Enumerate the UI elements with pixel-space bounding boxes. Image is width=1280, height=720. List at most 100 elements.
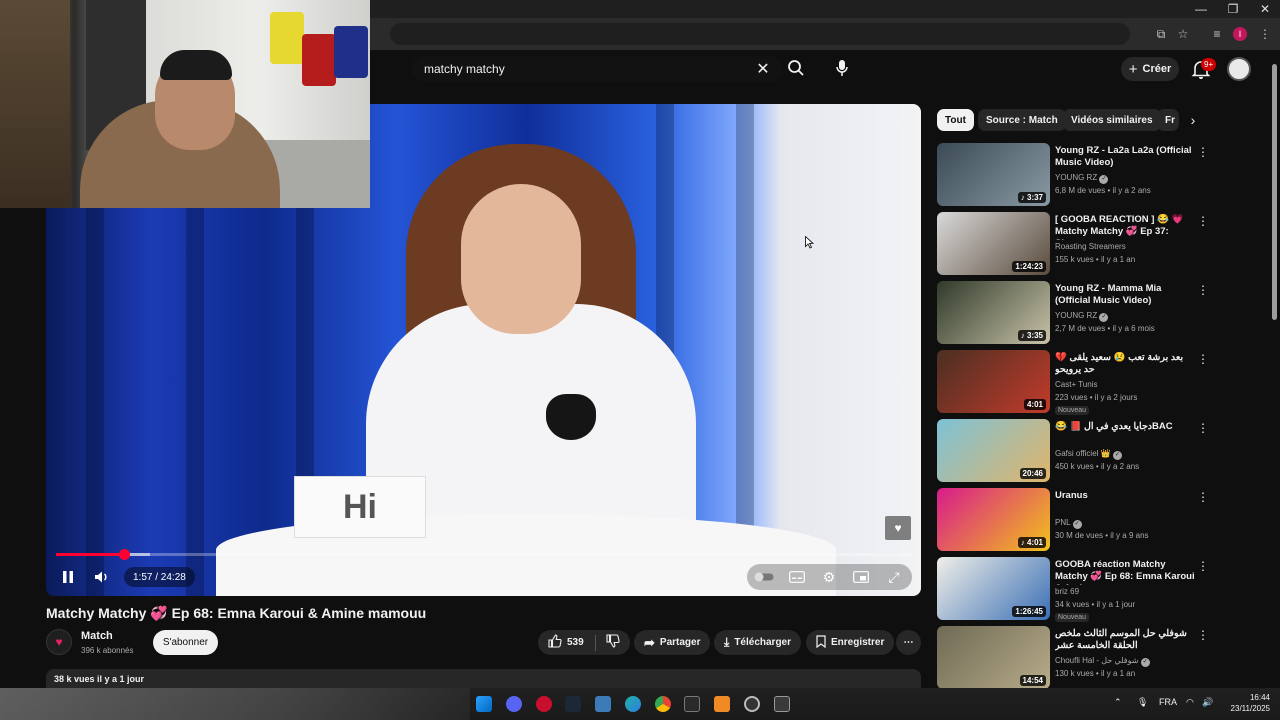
recommendation-channel[interactable]: Roasting Streamers bbox=[1055, 242, 1126, 251]
chrome-browser-icon[interactable] bbox=[655, 696, 671, 712]
video-thumbnail[interactable]: ♪ 4:01 bbox=[937, 488, 1050, 551]
subscribe-button[interactable]: S'abonner bbox=[153, 630, 218, 655]
thumbs-down-icon[interactable] bbox=[606, 634, 620, 651]
recommendation-channel[interactable]: Choufli Hal - شوفلي حل ✓ bbox=[1055, 656, 1150, 667]
bookmark-star-icon[interactable]: ☆ bbox=[1175, 26, 1191, 42]
minimize-icon[interactable]: — bbox=[1186, 0, 1216, 18]
more-options-icon[interactable]: ⋮ bbox=[1196, 352, 1210, 366]
search-icon[interactable] bbox=[786, 58, 806, 78]
video-thumbnail[interactable]: 4:01 bbox=[937, 350, 1050, 413]
browser-menu-icon[interactable]: ⋮ bbox=[1257, 26, 1273, 42]
voice-search-icon[interactable] bbox=[830, 56, 854, 80]
recommendation-title[interactable]: 💔 بعد برشة تعب 😢 سعيد يلقى حد يرويحو bbox=[1055, 352, 1195, 376]
media-controls-icon[interactable]: ≡ bbox=[1209, 26, 1225, 42]
volume-icon[interactable] bbox=[91, 566, 113, 588]
recommendation-title[interactable]: Young RZ - La2a La2a (Official Music Vid… bbox=[1055, 145, 1195, 169]
more-options-icon[interactable]: ⋮ bbox=[1196, 283, 1210, 297]
obs-icon[interactable] bbox=[744, 696, 760, 712]
channel-avatar[interactable]: ♥ bbox=[46, 629, 72, 655]
save-button[interactable]: Enregistrer bbox=[806, 630, 895, 655]
address-bar[interactable] bbox=[390, 23, 1130, 45]
restore-icon[interactable]: ❐ bbox=[1218, 0, 1248, 18]
recommendation-item[interactable]: 4:01 💔 بعد برشة تعب 😢 سعيد يلقى حد يرويحو… bbox=[937, 350, 1267, 416]
more-options-icon[interactable]: ⋮ bbox=[1196, 559, 1210, 573]
recommendation-title[interactable]: [ GOOBA REACTION ] 😂 💗 Matchy Matchy 💞 E… bbox=[1055, 214, 1195, 240]
video-thumbnail[interactable]: 14:54 bbox=[937, 626, 1050, 689]
recommendation-channel[interactable]: YOUNG RZ ✓ bbox=[1055, 311, 1109, 322]
recommendation-item[interactable]: 14:54 شوفلي حل الموسم الثالث ملخص الحلقة … bbox=[937, 626, 1267, 692]
clear-search-icon[interactable]: ✕ bbox=[754, 60, 772, 78]
recommendation-item[interactable]: ♪ 4:01 Uranus PNL ✓ 30 M de vues • il y a 9… bbox=[937, 488, 1267, 554]
recommendation-item[interactable]: 1:24:23 [ GOOBA REACTION ] 😂 💗 Matchy Mat… bbox=[937, 212, 1267, 278]
recommendation-title[interactable]: شوفلي حل الموسم الثالث ملخص الحلقة الخام… bbox=[1055, 628, 1195, 652]
recommendation-channel[interactable]: PNL ✓ bbox=[1055, 518, 1082, 529]
pause-icon[interactable] bbox=[57, 566, 79, 588]
recommendation-item[interactable]: 20:46 😂 📕 دجايا يعدي في الBAC Gafsi offici… bbox=[937, 419, 1267, 485]
progress-bar[interactable] bbox=[56, 553, 912, 556]
recommendation-title[interactable]: 😂 📕 دجايا يعدي في الBAC bbox=[1055, 421, 1195, 433]
settings-gear-icon[interactable]: ⚙ bbox=[818, 566, 840, 588]
clock-date: 23/11/2025 bbox=[1230, 704, 1270, 713]
like-count[interactable]: 539 bbox=[567, 637, 584, 648]
capture-app-icon[interactable] bbox=[774, 696, 790, 712]
recommendation-item[interactable]: ♪ 3:35 Young RZ - Mamma Mia (Official Mus… bbox=[937, 281, 1267, 347]
video-thumbnail[interactable]: ♪ 3:37 bbox=[937, 143, 1050, 206]
system-clock[interactable]: 16:44 23/11/2025 bbox=[1222, 692, 1270, 714]
close-window-icon[interactable]: ✕ bbox=[1250, 0, 1280, 18]
subtitles-icon[interactable] bbox=[786, 566, 808, 588]
channel-name[interactable]: Match bbox=[81, 630, 113, 642]
windows-start-icon[interactable] bbox=[476, 696, 492, 712]
security-shield-icon[interactable] bbox=[595, 696, 611, 712]
edge-browser-icon[interactable] bbox=[625, 696, 641, 712]
microphone-tray-icon[interactable]: 🎙 bbox=[1137, 697, 1148, 708]
more-options-icon[interactable]: ⋮ bbox=[1196, 421, 1210, 435]
speaker-icon[interactable]: 🔊 bbox=[1202, 697, 1213, 708]
more-options-icon[interactable]: ⋮ bbox=[1196, 214, 1210, 228]
recommendation-title[interactable]: GOOBA réaction Matchy Matchy 💞 Ep 68: Em… bbox=[1055, 559, 1195, 585]
video-thumbnail[interactable]: ♪ 3:35 bbox=[937, 281, 1050, 344]
video-thumbnail[interactable]: 20:46 bbox=[937, 419, 1050, 482]
language-indicator[interactable]: FRA bbox=[1159, 697, 1177, 707]
thumbs-up-icon[interactable] bbox=[548, 634, 562, 651]
video-duration: 20:46 bbox=[1019, 468, 1046, 479]
scrollbar[interactable] bbox=[1272, 64, 1277, 320]
chevron-up-icon[interactable]: ⌃ bbox=[1114, 697, 1122, 708]
recording-app-icon[interactable] bbox=[536, 696, 552, 712]
more-actions-icon[interactable]: ⋯ bbox=[896, 630, 921, 655]
plus-icon: + bbox=[1128, 60, 1138, 78]
download-button[interactable]: ⤓ Télécharger bbox=[714, 630, 802, 655]
wifi-icon[interactable]: ◠ bbox=[1186, 697, 1194, 708]
progress-scrubber[interactable] bbox=[119, 549, 131, 560]
more-options-icon[interactable]: ⋮ bbox=[1196, 628, 1210, 642]
chip-all[interactable]: Tout bbox=[937, 109, 974, 131]
theater-mode-icon[interactable] bbox=[850, 566, 872, 588]
recommendation-item[interactable]: ♪ 3:37 Young RZ - La2a La2a (Official Mus… bbox=[937, 143, 1267, 209]
epic-games-icon[interactable] bbox=[684, 696, 700, 712]
steam-icon[interactable] bbox=[565, 696, 581, 712]
more-options-icon[interactable]: ⋮ bbox=[1196, 490, 1210, 504]
share-button[interactable]: ➦ Partager bbox=[634, 630, 711, 655]
discord-icon[interactable] bbox=[506, 696, 522, 712]
fullscreen-icon[interactable]: ⤢ bbox=[883, 566, 905, 588]
account-avatar[interactable] bbox=[1227, 57, 1251, 81]
recommendation-channel[interactable]: YOUNG RZ ✓ bbox=[1055, 173, 1109, 184]
install-app-icon[interactable]: ⧉ bbox=[1153, 26, 1169, 42]
recommendation-title[interactable]: Uranus bbox=[1055, 490, 1195, 502]
chevron-right-icon[interactable]: › bbox=[1184, 111, 1202, 129]
video-thumbnail[interactable]: 1:24:23 bbox=[937, 212, 1050, 275]
video-thumbnail[interactable]: 1:26:45 bbox=[937, 557, 1050, 620]
autoplay-toggle-icon[interactable] bbox=[753, 566, 775, 588]
channel-watermark-icon[interactable]: ♥ bbox=[885, 516, 911, 540]
recommendation-title[interactable]: Young RZ - Mamma Mia (Official Music Vid… bbox=[1055, 283, 1195, 307]
recommendation-channel[interactable]: Gafsi officiel 👑 ✓ bbox=[1055, 449, 1122, 460]
more-options-icon[interactable]: ⋮ bbox=[1196, 145, 1210, 159]
recommendation-channel[interactable]: briz 69 bbox=[1055, 587, 1079, 596]
recommendation-item[interactable]: 1:26:45 GOOBA réaction Matchy Matchy 💞 Ep… bbox=[937, 557, 1267, 623]
chip-source-match[interactable]: Source : Match bbox=[978, 109, 1066, 131]
chip-similar-videos[interactable]: Vidéos similaires bbox=[1063, 109, 1161, 131]
chip-more[interactable]: Fr bbox=[1157, 109, 1179, 131]
create-button[interactable]: + Créer bbox=[1121, 57, 1179, 81]
recommendation-channel[interactable]: Cast+ Tunis bbox=[1055, 380, 1097, 389]
archive-app-icon[interactable] bbox=[714, 696, 730, 712]
browser-profile-avatar[interactable]: I bbox=[1233, 27, 1247, 41]
